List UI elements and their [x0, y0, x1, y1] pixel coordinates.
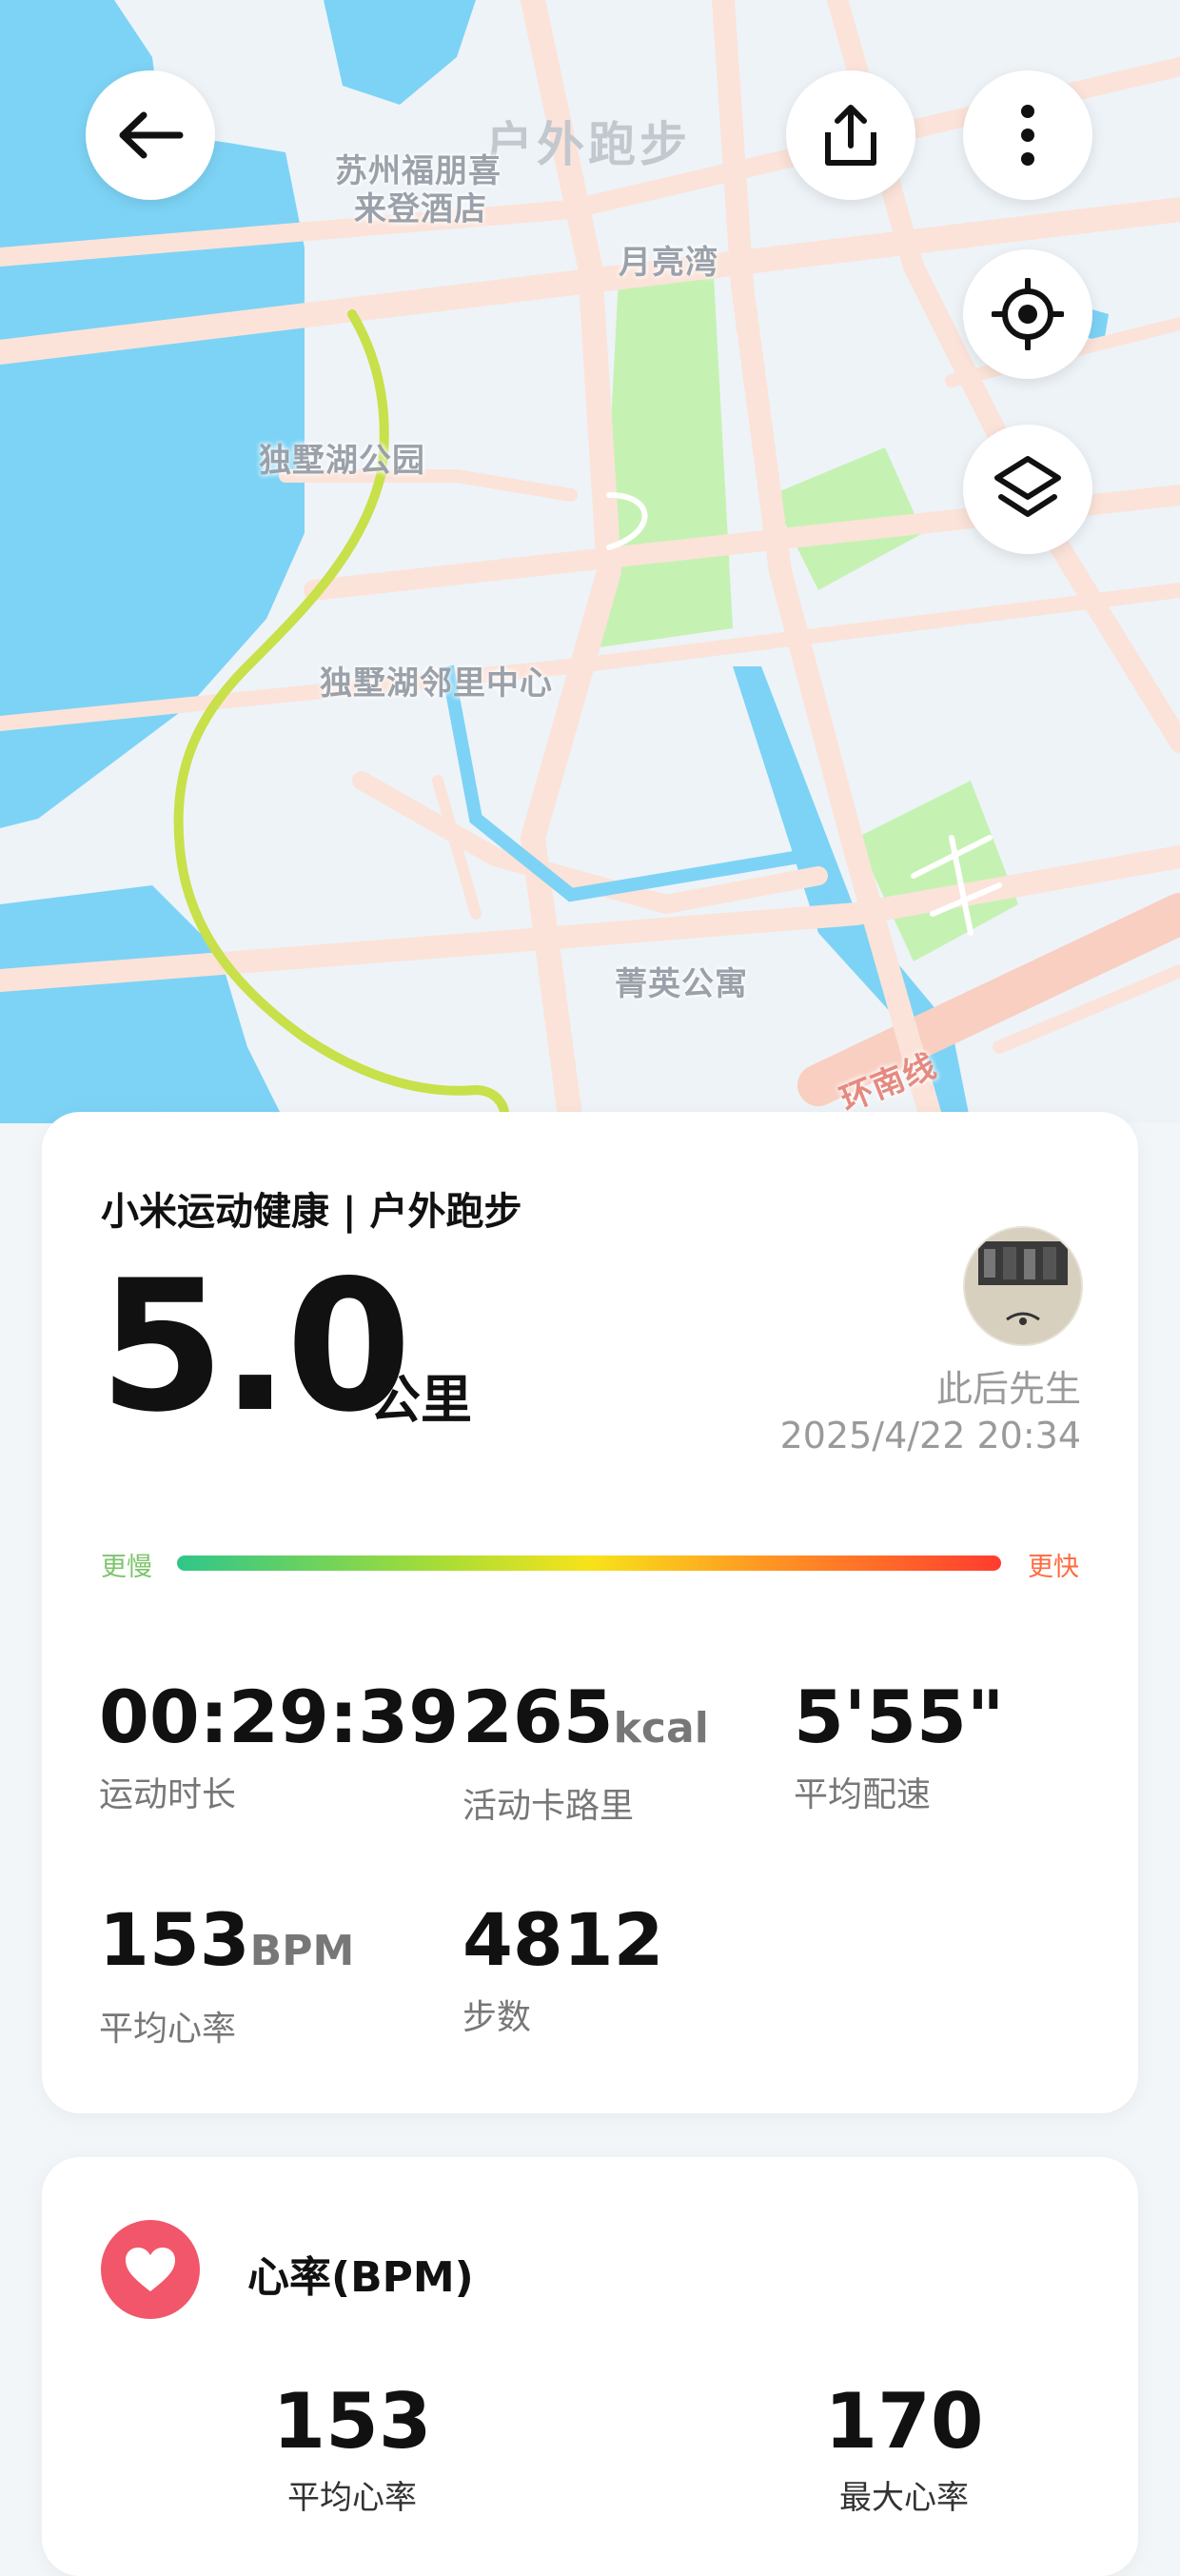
- hr-max-label: 最大心率: [839, 2479, 969, 2517]
- map-watermark-title: 户外跑步: [485, 117, 691, 172]
- stat-value: 265: [462, 1674, 614, 1759]
- distance-value: 5.0: [99, 1241, 412, 1452]
- stat-calories: 265kcal 活动卡路里: [462, 1679, 709, 1828]
- arrow-left-icon: [119, 111, 184, 159]
- workout-summary-card: 小米运动健康 | 户外跑步 5.0 公里 此后先生 2025/4/22 20:3…: [42, 1112, 1138, 2113]
- back-button[interactable]: [86, 70, 215, 200]
- stat-avg-heart-rate: 153BPM 平均心率: [99, 1902, 354, 2051]
- workout-datetime: 2025/4/22 20:34: [779, 1415, 1081, 1456]
- map-label-apartment: 菁英公寓: [615, 965, 748, 1003]
- pace-legend-fast: 更快: [1028, 1553, 1079, 1582]
- layers-icon: [994, 456, 1061, 517]
- hr-max: 170 最大心率: [780, 2382, 1028, 2518]
- map-label-park: 独墅湖公园: [259, 442, 425, 480]
- stat-value: 5'55": [794, 1674, 1005, 1759]
- locate-icon: [992, 278, 1064, 350]
- more-vertical-icon: [1021, 105, 1034, 166]
- pace-legend-slow: 更慢: [101, 1553, 152, 1582]
- avatar[interactable]: [963, 1226, 1083, 1346]
- heart-rate-title: 心率(BPM): [247, 2253, 474, 2302]
- stat-label: 步数: [462, 1998, 532, 2037]
- stat-avg-pace: 5'55" 平均配速: [794, 1679, 1005, 1816]
- stat-unit: kcal: [613, 1704, 709, 1753]
- map-label-hotel: 来登酒店: [354, 190, 487, 228]
- stat-label: 平均配速: [794, 1775, 932, 1814]
- stat-steps: 4812 步数: [462, 1902, 664, 2039]
- pace-gradient-bar: [177, 1556, 1001, 1571]
- hr-avg-value: 153: [272, 2377, 432, 2466]
- hr-avg: 153 平均心率: [228, 2382, 476, 2518]
- stat-label: 运动时长: [99, 1775, 237, 1814]
- share-button[interactable]: [786, 70, 915, 200]
- hr-max-value: 170: [824, 2377, 984, 2466]
- more-button[interactable]: [963, 70, 1092, 200]
- heart-rate-card[interactable]: 心率(BPM) 153 平均心率 170 最大心率: [42, 2157, 1138, 2576]
- layers-button[interactable]: [963, 425, 1092, 554]
- green-area: [600, 276, 733, 647]
- brand-title: 小米运动健康 | 户外跑步: [101, 1190, 522, 1234]
- hr-avg-label: 平均心率: [287, 2479, 417, 2517]
- user-name: 此后先生: [935, 1368, 1081, 1410]
- map-label-neighborhood: 独墅湖邻里中心: [320, 664, 553, 703]
- stat-label: 平均心率: [99, 2010, 237, 2049]
- stat-value: 153: [99, 1897, 250, 1982]
- stat-label: 活动卡路里: [462, 1787, 635, 1826]
- avatar-image: [965, 1228, 1081, 1344]
- stat-unit: BPM: [249, 1927, 355, 1975]
- heart-icon: [126, 2248, 175, 2291]
- heart-badge: [101, 2220, 200, 2319]
- share-icon: [825, 105, 876, 166]
- stat-duration: 00:29:39 运动时长: [99, 1679, 459, 1816]
- route-map[interactable]: 户外跑步 苏州福朋喜 来登酒店 月亮湾 独墅湖公园 独墅湖邻里中心 菁英公寓 环…: [0, 0, 1180, 1136]
- distance-unit: 公里: [369, 1370, 472, 1430]
- stat-value: 4812: [462, 1897, 664, 1982]
- map-label-moon-bay: 月亮湾: [619, 244, 718, 282]
- locate-button[interactable]: [963, 249, 1092, 379]
- stat-value: 00:29:39: [99, 1674, 460, 1759]
